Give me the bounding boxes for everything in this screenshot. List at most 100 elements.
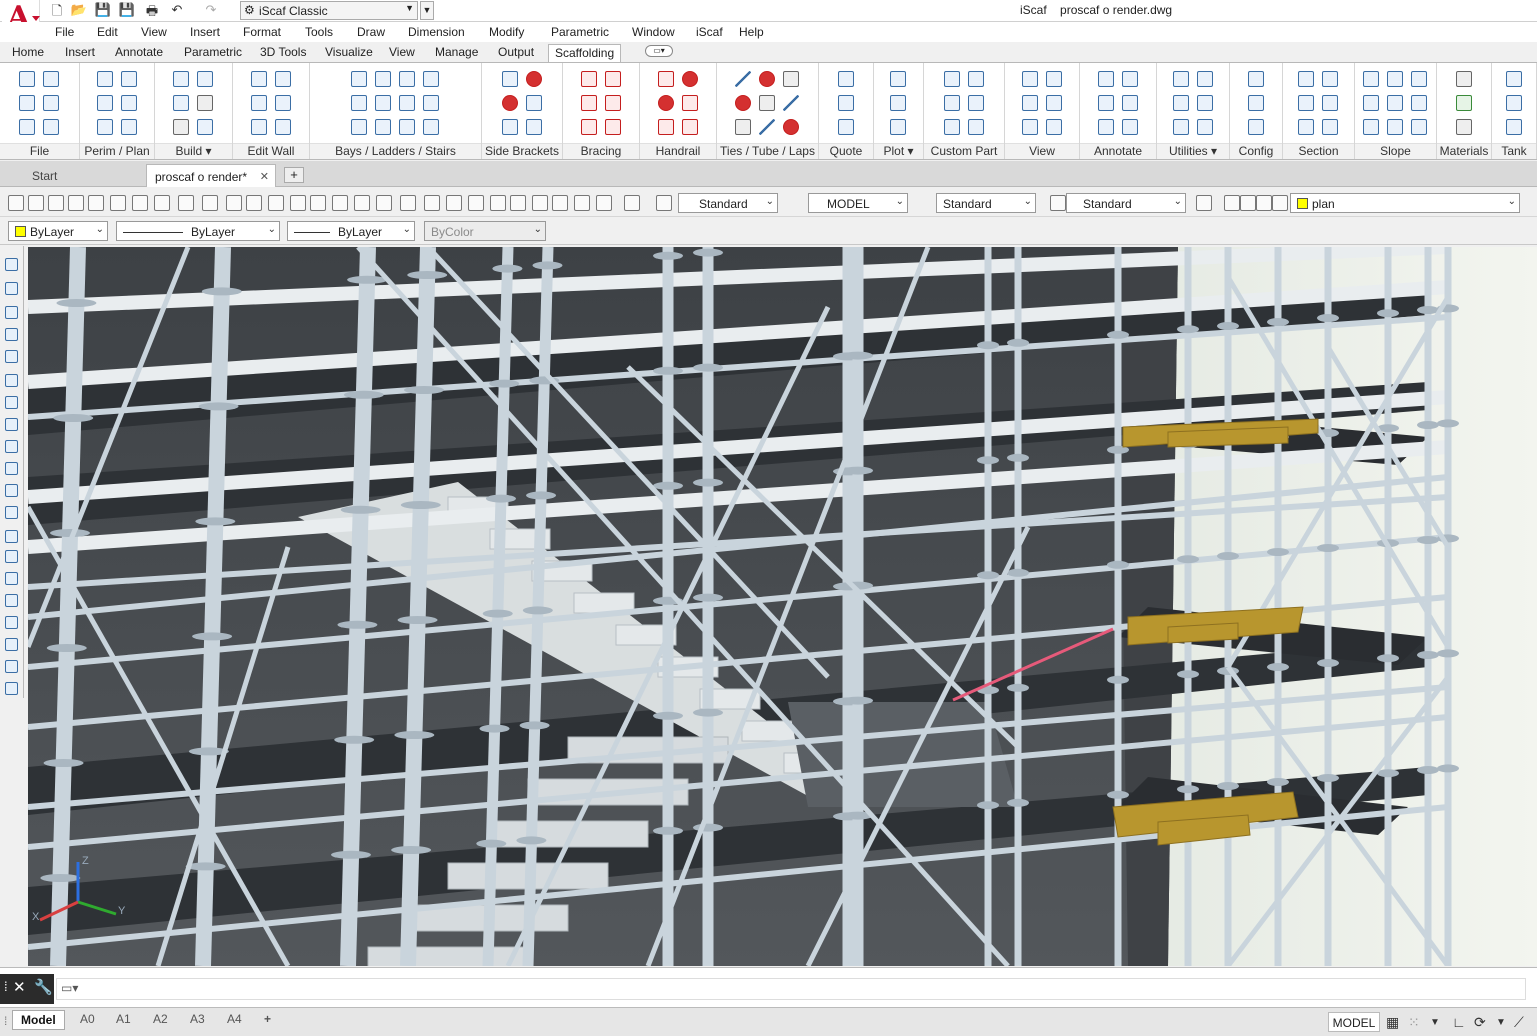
tab-parametric[interactable]: Parametric xyxy=(184,44,242,62)
ribbon-panel-label[interactable]: Utilities ▾ xyxy=(1157,143,1229,159)
ribbon-panel-label[interactable]: Slope xyxy=(1355,143,1436,159)
tab-start[interactable]: Start xyxy=(2,164,144,187)
bays-ladders-stairs-tool-icon[interactable] xyxy=(375,71,391,87)
tab-3d-tools[interactable]: 3D Tools xyxy=(260,44,306,62)
bays-ladders-stairs-tool-icon[interactable] xyxy=(351,71,367,87)
ribbon-panel-label[interactable]: Custom Part xyxy=(924,143,1004,159)
perim-plan-tool-icon[interactable] xyxy=(121,95,137,111)
side-brackets-tool-icon[interactable] xyxy=(502,95,518,111)
ties-tube-laps-tool-icon[interactable] xyxy=(759,71,775,87)
custom-part-tool-icon[interactable] xyxy=(968,119,984,135)
annotate-tool-icon[interactable] xyxy=(1122,95,1138,111)
plot-tool-icon[interactable] xyxy=(890,71,906,87)
menu-format[interactable]: Format xyxy=(243,25,281,39)
handrail-tool-icon[interactable] xyxy=(682,71,698,87)
utilities-tool-icon[interactable] xyxy=(1173,95,1189,111)
ties-tube-laps-tool-icon[interactable] xyxy=(735,71,751,87)
bays-ladders-stairs-tool-icon[interactable] xyxy=(399,119,415,135)
utilities-tool-icon[interactable] xyxy=(1173,119,1189,135)
ribbon-panel-label[interactable]: Ties / Tube / Laps xyxy=(717,143,818,159)
custom-part-tool-icon[interactable] xyxy=(944,95,960,111)
save-as-icon[interactable]: 💾 xyxy=(118,2,136,19)
slope-tool-icon[interactable] xyxy=(1363,95,1379,111)
menu-modify[interactable]: Modify xyxy=(489,25,524,39)
print-icon[interactable] xyxy=(88,195,104,211)
gradient-icon[interactable] xyxy=(5,572,18,585)
sun-icon[interactable] xyxy=(1240,195,1256,211)
bracing-tool-icon[interactable] xyxy=(605,71,621,87)
annotate-tool-icon[interactable] xyxy=(1098,119,1114,135)
slope-tool-icon[interactable] xyxy=(1363,71,1379,87)
ties-tube-laps-tool-icon[interactable] xyxy=(735,95,751,111)
ribbon-panel-label[interactable]: Materials xyxy=(1437,143,1491,159)
properties-icon[interactable] xyxy=(468,195,484,211)
custom-part-tool-icon[interactable] xyxy=(968,95,984,111)
ribbon-panel-label[interactable]: Handrail xyxy=(640,143,716,159)
tab-visualize[interactable]: Visualize xyxy=(325,44,373,62)
handrail-tool-icon[interactable] xyxy=(682,95,698,111)
save-icon[interactable]: 💾 xyxy=(94,2,112,19)
bracing-tool-icon[interactable] xyxy=(605,95,621,111)
bracing-tool-icon[interactable] xyxy=(605,119,621,135)
section-tool-icon[interactable] xyxy=(1322,119,1338,135)
build-tool-icon[interactable] xyxy=(173,71,189,87)
tank-tool-icon[interactable] xyxy=(1506,95,1522,111)
lineweight-dropdown[interactable]: ByLayer ⌄ xyxy=(287,221,415,241)
spline-icon[interactable] xyxy=(5,418,18,431)
mleader-icon[interactable] xyxy=(1050,195,1066,211)
build-tool-icon[interactable] xyxy=(197,71,213,87)
text-style-dropdown[interactable]: Standard ⌄ xyxy=(678,193,778,213)
quote-tool-icon[interactable] xyxy=(838,95,854,111)
materials-tool-icon[interactable] xyxy=(1456,95,1472,111)
slope-tool-icon[interactable] xyxy=(1387,95,1403,111)
ties-tube-laps-tool-icon[interactable] xyxy=(783,71,799,87)
view-tool-icon[interactable] xyxy=(1046,119,1062,135)
edit-wall-tool-icon[interactable] xyxy=(251,71,267,87)
chevron-down-icon[interactable]: ▼ xyxy=(1430,1017,1440,1028)
bays-ladders-stairs-tool-icon[interactable] xyxy=(351,119,367,135)
slope-tool-icon[interactable] xyxy=(1411,119,1427,135)
menu-file[interactable]: File xyxy=(55,25,74,39)
lightbulb-icon[interactable] xyxy=(1224,195,1240,211)
section-tool-icon[interactable] xyxy=(1322,95,1338,111)
handrail-tool-icon[interactable] xyxy=(682,119,698,135)
menu-insert[interactable]: Insert xyxy=(190,25,220,39)
block-icon[interactable] xyxy=(268,195,284,211)
ribbon-panel-label[interactable]: Config xyxy=(1230,143,1282,159)
bays-ladders-stairs-tool-icon[interactable] xyxy=(423,95,439,111)
annotate-tool-icon[interactable] xyxy=(1098,71,1114,87)
revcloud-icon[interactable] xyxy=(5,396,18,409)
bays-ladders-stairs-tool-icon[interactable] xyxy=(399,71,415,87)
layer-props-icon[interactable] xyxy=(1196,195,1212,211)
ribbon-panel-label[interactable]: Perim / Plan xyxy=(80,143,154,159)
perim-plan-tool-icon[interactable] xyxy=(97,95,113,111)
ties-tube-laps-tool-icon[interactable] xyxy=(735,119,751,135)
hatch-icon[interactable] xyxy=(5,550,18,563)
layout-tab-a1[interactable]: A1 xyxy=(108,1010,139,1030)
perim-plan-tool-icon[interactable] xyxy=(121,71,137,87)
handrail-tool-icon[interactable] xyxy=(658,95,674,111)
add-selected-icon[interactable] xyxy=(5,660,18,673)
slope-tool-icon[interactable] xyxy=(1387,71,1403,87)
menu-tools[interactable]: Tools xyxy=(305,25,333,39)
config-tool-icon[interactable] xyxy=(1248,71,1264,87)
menu-help[interactable]: Help xyxy=(739,25,764,39)
menu-window[interactable]: Window xyxy=(632,25,675,39)
tab-home[interactable]: Home xyxy=(12,44,44,62)
grid-icon[interactable]: ▦ xyxy=(1386,1014,1399,1031)
ellipse-icon[interactable] xyxy=(5,440,18,453)
side-brackets-tool-icon[interactable] xyxy=(526,71,542,87)
bays-ladders-stairs-tool-icon[interactable] xyxy=(423,71,439,87)
file-tool-icon[interactable] xyxy=(43,119,59,135)
menu-dimension[interactable]: Dimension xyxy=(408,25,465,39)
ribbon-panel-label[interactable]: Annotate xyxy=(1080,143,1156,159)
color-dropdown[interactable]: ByLayer ⌄ xyxy=(8,221,108,241)
annotate-tool-icon[interactable] xyxy=(1122,71,1138,87)
file-tool-icon[interactable] xyxy=(19,71,35,87)
menu-edit[interactable]: Edit xyxy=(97,25,118,39)
quote-tool-icon[interactable] xyxy=(838,71,854,87)
new-icon[interactable]: 🗋 xyxy=(48,2,66,19)
handrail-tool-icon[interactable] xyxy=(658,119,674,135)
design-center-icon[interactable] xyxy=(490,195,506,211)
tank-tool-icon[interactable] xyxy=(1506,71,1522,87)
